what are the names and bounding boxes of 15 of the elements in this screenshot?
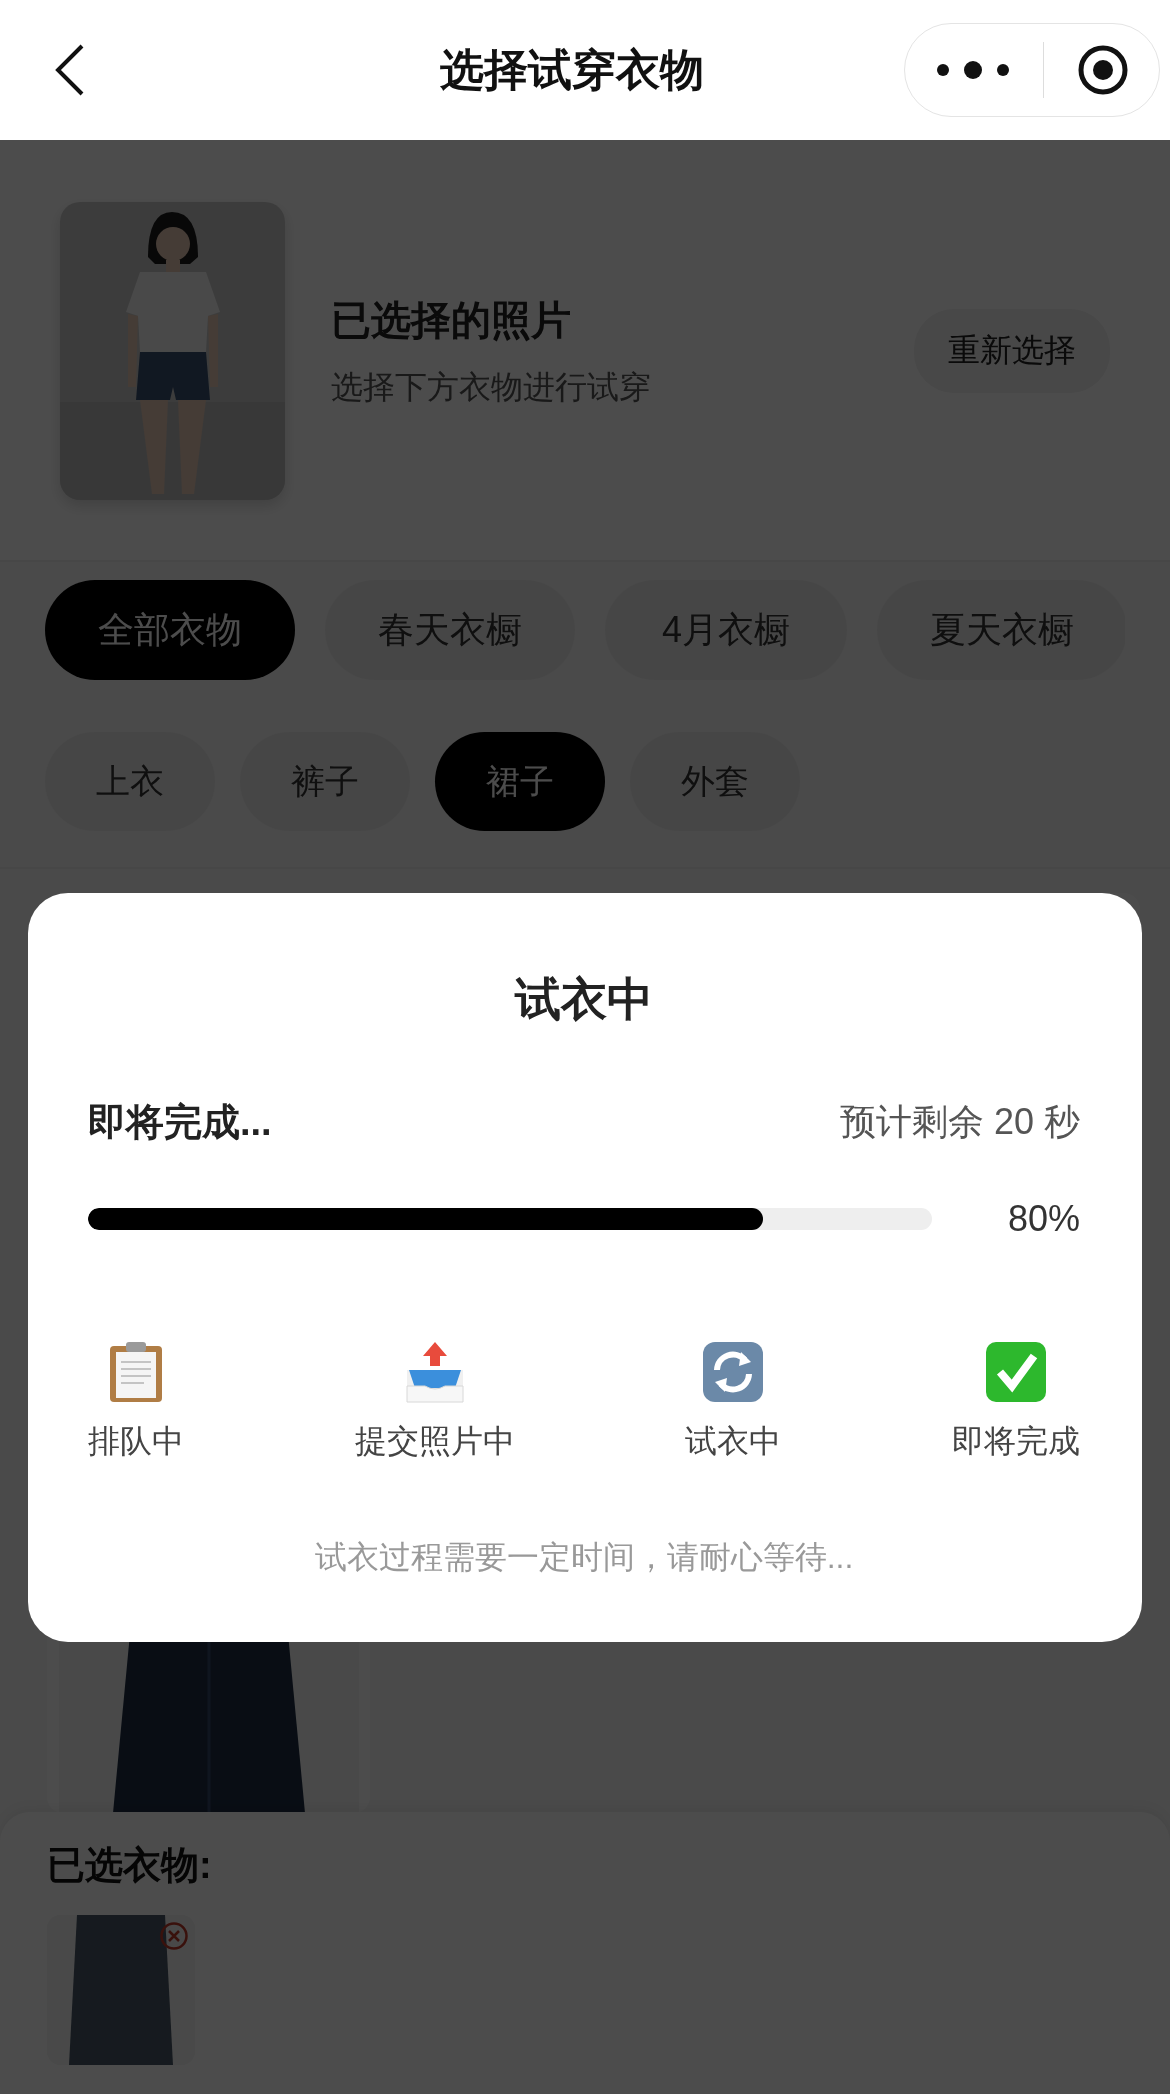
hint-text: 试衣过程需要一定时间，请耐心等待... bbox=[313, 1538, 855, 1577]
page-title: 选择试穿衣物 bbox=[439, 43, 705, 96]
refresh-icon bbox=[701, 1340, 766, 1404]
step-label: 提交照片中 bbox=[354, 1422, 515, 1461]
status-text: 即将完成... bbox=[88, 1100, 272, 1145]
more-icon[interactable] bbox=[935, 60, 1012, 80]
section-title: 已选择的照片 bbox=[331, 296, 572, 344]
dialog-title: 试衣中 bbox=[513, 972, 654, 1027]
step-label: 试衣中 bbox=[685, 1422, 782, 1461]
remaining-time: 预计剩余 20 秒 bbox=[839, 1100, 1080, 1144]
panel-title: 已选衣物: bbox=[47, 1843, 213, 1888]
step-label: 即将完成 bbox=[951, 1422, 1080, 1461]
check-icon bbox=[983, 1340, 1048, 1404]
step-label: 排队中 bbox=[88, 1422, 184, 1461]
progress-percent: 80% bbox=[1006, 1198, 1080, 1240]
